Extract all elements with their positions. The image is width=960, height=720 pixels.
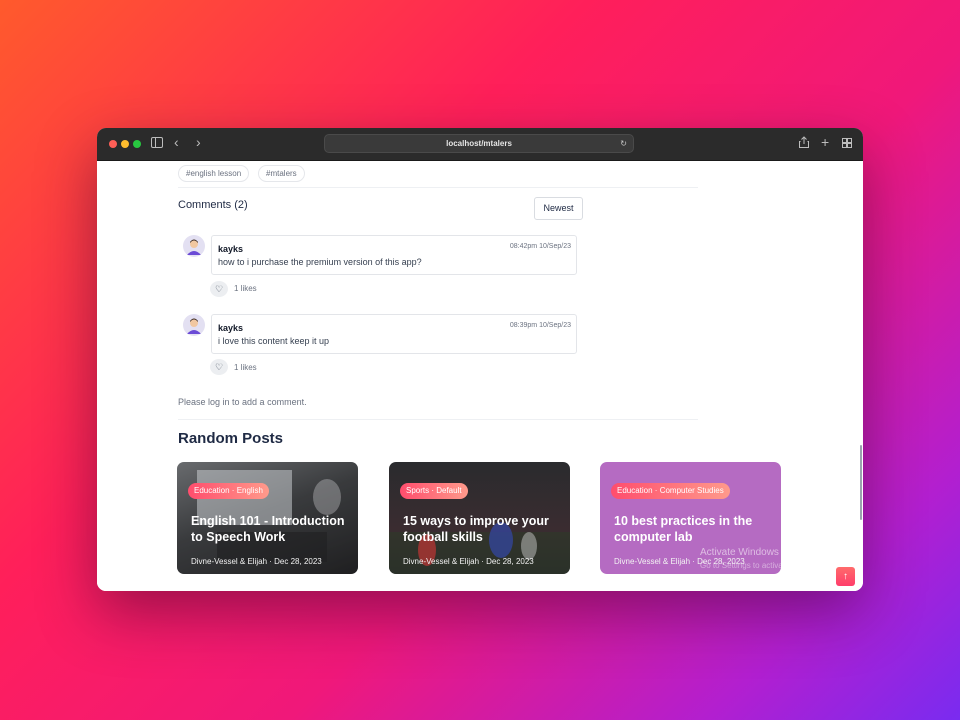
post-meta: Divne-Vessel & Elijah · Dec 28, 2023 [191,557,322,566]
tab-overview-icon[interactable] [842,136,852,152]
post-title[interactable]: 10 best practices in the computer lab [614,513,774,545]
back-icon[interactable]: ‹ [174,134,179,150]
scroll-to-top-button[interactable]: ↑ [836,567,855,586]
address-bar[interactable]: localhost/mtalers ↻ [324,134,634,153]
post-title[interactable]: English 101 - Introduction to Speech Wor… [191,513,351,545]
reload-icon[interactable]: ↻ [620,135,627,152]
heart-icon: ♡ [214,362,224,372]
post-card[interactable]: Sports · Default 15 ways to improve your… [389,462,570,574]
like-count: 1 likes [234,284,257,293]
comment-timestamp: 08:42pm 10/Sep/23 [509,243,571,250]
tag-english-lesson[interactable]: #english lesson [178,165,250,182]
like-button[interactable]: ♡ [210,359,228,375]
like-count: 1 likes [234,363,257,372]
close-window-button[interactable] [109,140,117,148]
scrollbar[interactable] [860,445,862,520]
browser-toolbar: ‹ › localhost/mtalers ↻ + [97,128,863,161]
comment-author[interactable]: kayks [218,244,243,254]
new-tab-icon[interactable]: + [821,134,829,150]
activate-windows-title: Activate Windows [700,547,779,558]
heart-icon: ♡ [214,284,224,294]
avatar [183,314,205,336]
minimize-window-button[interactable] [121,140,129,148]
comment-body: i love this content keep it up [218,336,330,346]
comments-heading: Comments (2) [178,199,248,211]
divider [178,187,698,188]
comment-card: kayks 08:42pm 10/Sep/23 how to i purchas… [211,235,577,275]
forward-icon[interactable]: › [196,134,201,150]
comment-card: kayks 08:39pm 10/Sep/23 i love this cont… [211,314,577,354]
page-viewport: #english lesson #mtalers Comments (2) Ne… [97,161,863,591]
tag-mtalers[interactable]: #mtalers [258,165,305,182]
divider [178,419,698,420]
post-meta: Divne-Vessel & Elijah · Dec 28, 2023 [403,557,534,566]
like-button[interactable]: ♡ [210,281,228,297]
sidebar-icon[interactable] [151,136,163,152]
comment-author[interactable]: kayks [218,323,243,333]
login-prompt[interactable]: Please log in to add a comment. [178,397,307,407]
avatar [183,235,205,257]
category-badge[interactable]: Education · English [188,483,269,499]
url-text: localhost/mtalers [446,139,512,148]
arrow-up-icon: ↑ [843,571,848,582]
maximize-window-button[interactable] [133,140,141,148]
sort-select[interactable]: Newest [534,197,583,220]
category-badge[interactable]: Sports · Default [400,483,468,499]
post-card[interactable]: Education · English English 101 - Introd… [177,462,358,574]
post-title[interactable]: 15 ways to improve your football skills [403,513,563,545]
share-icon[interactable] [799,136,809,152]
category-badge[interactable]: Education · Computer Studies [611,483,730,499]
comment-timestamp: 08:39pm 10/Sep/23 [509,322,571,329]
random-posts-heading: Random Posts [178,430,284,447]
browser-window: ‹ › localhost/mtalers ↻ + #english lesso… [97,128,863,591]
comment-body: how to i purchase the premium version of… [218,257,422,267]
activate-windows-subtitle: Go to Settings to activate Windows. [700,561,827,570]
